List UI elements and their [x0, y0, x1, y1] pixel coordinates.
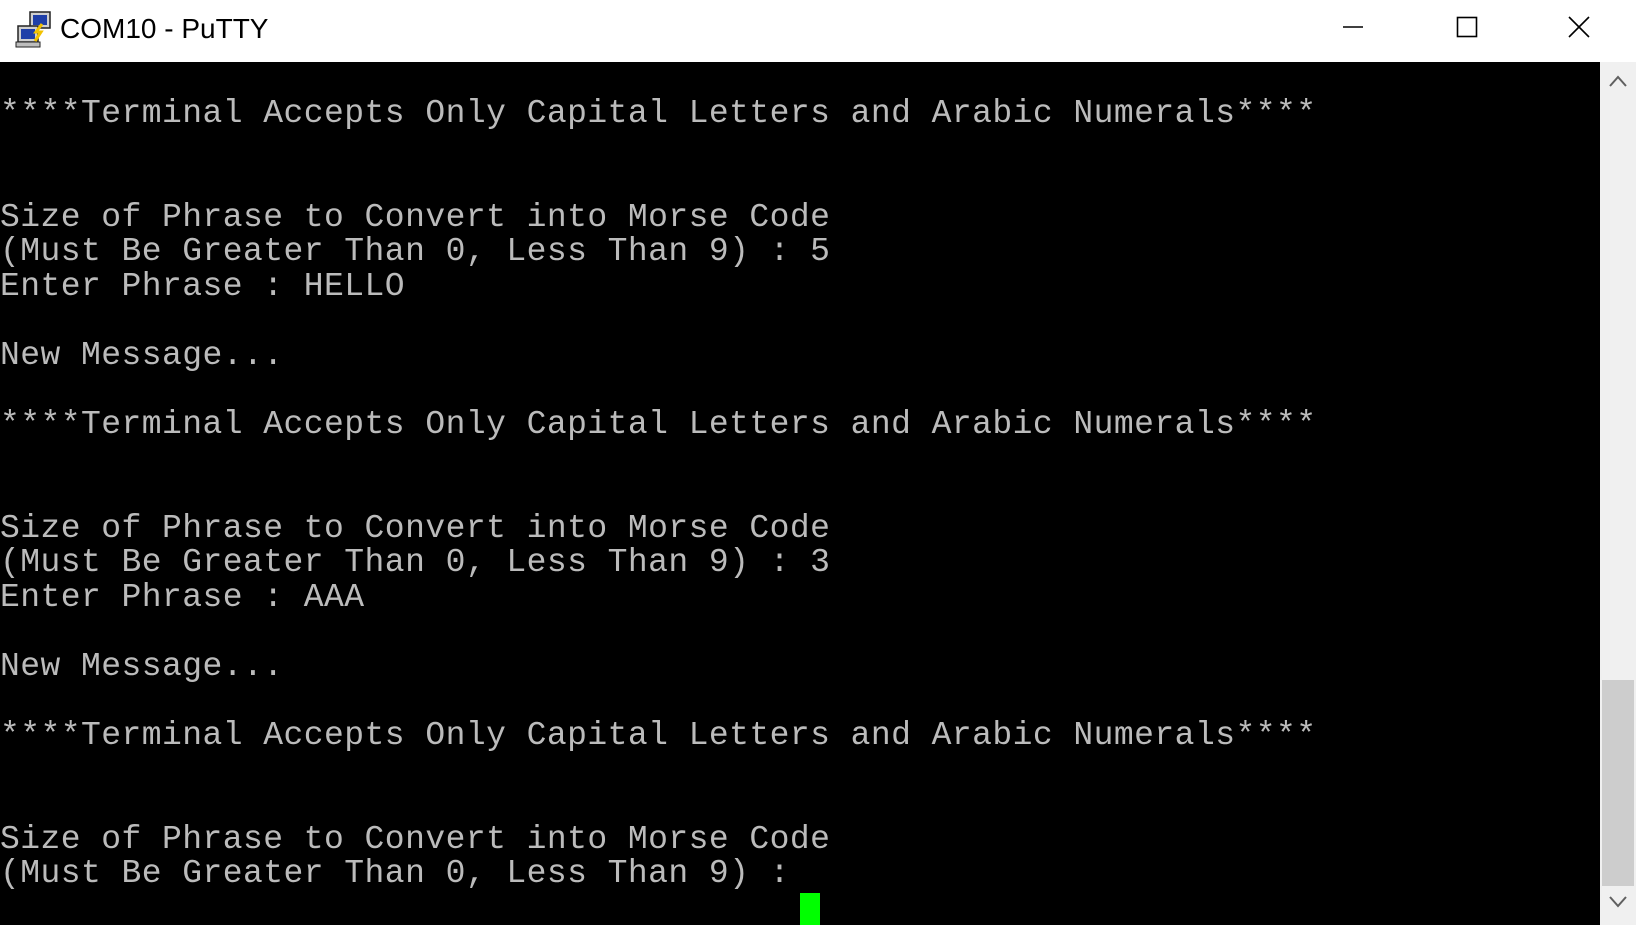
terminal-line: Enter Phrase : AAA — [0, 579, 365, 616]
maximize-button[interactable] — [1410, 0, 1524, 58]
terminal-line: Size of Phrase to Convert into Morse Cod… — [0, 821, 831, 858]
close-icon — [1567, 15, 1591, 44]
vertical-scrollbar[interactable] — [1600, 62, 1636, 925]
terminal-line: New Message... — [0, 337, 284, 374]
terminal-output[interactable]: ****Terminal Accepts Only Capital Letter… — [0, 62, 1600, 925]
terminal-line: (Must Be Greater Than 0, Less Than 9) : … — [0, 544, 831, 581]
terminal-line: Enter Phrase : HELLO — [0, 268, 406, 305]
chevron-up-icon — [1608, 74, 1628, 93]
scroll-up-button[interactable] — [1600, 66, 1636, 100]
terminal-line: (Must Be Greater Than 0, Less Than 9) : … — [0, 233, 831, 270]
terminal-line: (Must Be Greater Than 0, Less Than 9) : — [0, 855, 811, 892]
terminal-line: ****Terminal Accepts Only Capital Letter… — [0, 406, 1317, 443]
minimize-button[interactable] — [1296, 0, 1410, 58]
terminal-line: New Message... — [0, 648, 284, 685]
window-title: COM10 - PuTTY — [60, 13, 269, 44]
putty-window: COM10 - PuTTY ****Terminal Accepts Only … — [0, 0, 1636, 925]
text-cursor — [800, 893, 820, 925]
close-button[interactable] — [1522, 0, 1636, 58]
title-bar[interactable]: COM10 - PuTTY — [0, 0, 1636, 62]
scrollbar-thumb[interactable] — [1602, 680, 1634, 886]
maximize-icon — [1455, 15, 1479, 44]
terminal-line: Size of Phrase to Convert into Morse Cod… — [0, 510, 831, 547]
terminal-line: ****Terminal Accepts Only Capital Letter… — [0, 95, 1317, 132]
chevron-down-icon — [1608, 895, 1628, 914]
terminal-line: Size of Phrase to Convert into Morse Cod… — [0, 199, 831, 236]
minimize-icon — [1341, 15, 1365, 44]
terminal-line: ****Terminal Accepts Only Capital Letter… — [0, 717, 1317, 754]
scroll-down-button[interactable] — [1600, 887, 1636, 921]
putty-app-icon[interactable] — [14, 8, 56, 50]
